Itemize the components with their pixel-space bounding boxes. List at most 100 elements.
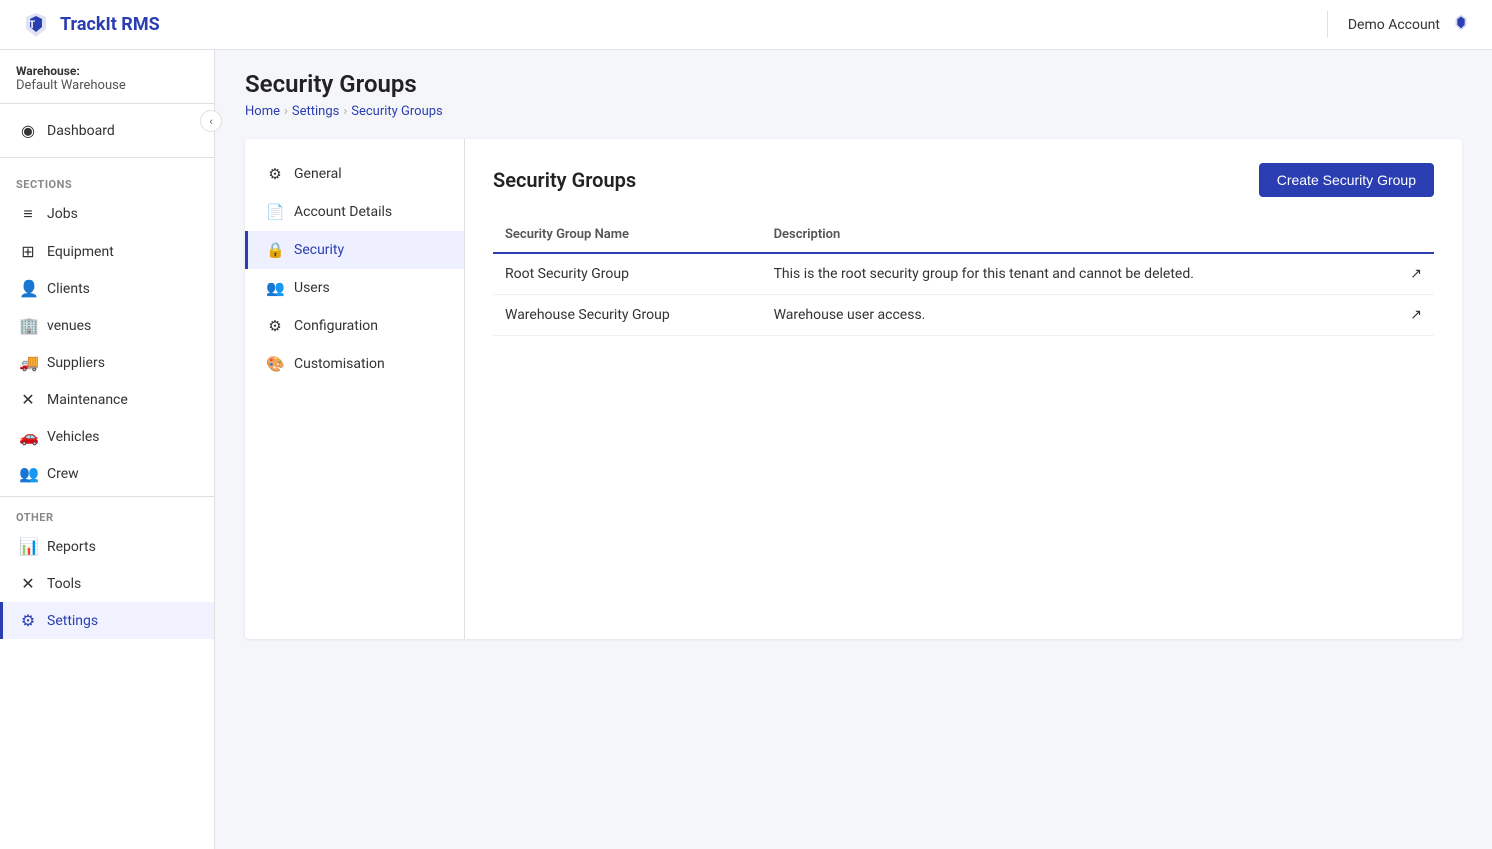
other-label: OTHER: [0, 501, 214, 528]
cell-description: Warehouse user access.: [762, 295, 1394, 336]
sidebar-divider: [0, 496, 214, 497]
cell-description: This is the root security group for this…: [762, 253, 1394, 295]
venues-icon: 🏢: [19, 316, 37, 335]
clients-icon: 👤: [19, 279, 37, 298]
sidebar: Warehouse: Default Warehouse ◉ Dashboard…: [0, 50, 215, 849]
customisation-icon: 🎨: [266, 355, 284, 373]
table-row: Warehouse Security Group Warehouse user …: [493, 295, 1434, 336]
tools-icon: ✕: [19, 574, 37, 593]
settings-icon: ⚙: [19, 611, 37, 630]
jobs-label: Jobs: [47, 206, 78, 222]
tools-label: Tools: [47, 576, 81, 592]
breadcrumb-sep-1: ›: [284, 104, 288, 119]
reports-icon: 📊: [19, 537, 37, 556]
account-area: Demo Account: [1327, 11, 1472, 38]
security-icon: 🔒: [266, 241, 284, 259]
sub-nav-configuration[interactable]: ⚙ Configuration: [245, 307, 464, 345]
sidebar-item-maintenance[interactable]: ✕ Maintenance: [0, 381, 214, 418]
sidebar-item-suppliers[interactable]: 🚚 Suppliers: [0, 344, 214, 381]
table-row: Root Security Group This is the root sec…: [493, 253, 1434, 295]
warehouse-section: Warehouse: Default Warehouse: [0, 50, 214, 104]
create-security-group-button[interactable]: Create Security Group: [1259, 163, 1434, 197]
panel-header: Security Groups Create Security Group: [493, 163, 1434, 197]
top-nav: T TrackIt RMS Demo Account: [0, 0, 1492, 50]
sidebar-item-settings[interactable]: ⚙ Settings: [0, 602, 214, 639]
security-groups-table: Security Group Name Description Root Sec…: [493, 217, 1434, 336]
content-area: ⚙ General 📄 Account Details 🔒 Security 👥…: [245, 139, 1462, 639]
page-title: Security Groups: [245, 70, 1462, 98]
sidebar-item-equipment[interactable]: ⊞ Equipment: [0, 233, 214, 270]
logo-icon: T: [20, 9, 52, 41]
crew-icon: 👥: [19, 464, 37, 483]
breadcrumb: Home › Settings › Security Groups: [245, 104, 1462, 119]
sidebar-item-dashboard[interactable]: ◉ Dashboard: [0, 112, 214, 149]
sidebar-item-reports[interactable]: 📊 Reports: [0, 528, 214, 565]
page-header: Security Groups Home › Settings › Securi…: [245, 70, 1462, 119]
sub-sidebar: ⚙ General 📄 Account Details 🔒 Security 👥…: [245, 139, 465, 639]
account-details-label: Account Details: [294, 204, 392, 220]
breadcrumb-security-groups[interactable]: Security Groups: [351, 104, 443, 119]
security-label: Security: [294, 242, 344, 258]
sub-nav-account-details[interactable]: 📄 Account Details: [245, 193, 464, 231]
account-icon: [1450, 11, 1472, 38]
sidebar-item-tools[interactable]: ✕ Tools: [0, 565, 214, 602]
dashboard-label: Dashboard: [47, 123, 115, 139]
col-name: Security Group Name: [493, 217, 762, 253]
users-label: Users: [294, 280, 330, 296]
sidebar-collapse-button[interactable]: ‹: [200, 110, 222, 132]
vehicles-label: Vehicles: [47, 429, 100, 445]
general-icon: ⚙: [266, 165, 284, 183]
sidebar-item-jobs[interactable]: ≡ Jobs: [0, 195, 214, 233]
sidebar-sections: SECTIONS ≡ Jobs ⊞ Equipment 👤 Clients 🏢 …: [0, 158, 214, 649]
breadcrumb-sep-2: ›: [343, 104, 347, 119]
maintenance-label: Maintenance: [47, 392, 128, 408]
sub-nav-security[interactable]: 🔒 Security: [245, 231, 464, 269]
equipment-icon: ⊞: [19, 242, 37, 261]
breadcrumb-settings[interactable]: Settings: [292, 104, 339, 119]
svg-text:T: T: [29, 20, 35, 31]
configuration-label: Configuration: [294, 318, 378, 334]
sub-nav-users[interactable]: 👥 Users: [245, 269, 464, 307]
settings-label: Settings: [47, 613, 98, 629]
configuration-icon: ⚙: [266, 317, 284, 335]
panel-title: Security Groups: [493, 168, 636, 192]
dashboard-icon: ◉: [19, 121, 37, 140]
account-details-icon: 📄: [266, 203, 284, 221]
clients-label: Clients: [47, 281, 90, 297]
vehicles-icon: 🚗: [19, 427, 37, 446]
row-action-button[interactable]: ↗: [1394, 253, 1434, 295]
breadcrumb-home[interactable]: Home: [245, 104, 280, 119]
sidebar-item-vehicles[interactable]: 🚗 Vehicles: [0, 418, 214, 455]
sidebar-item-crew[interactable]: 👥 Crew: [0, 455, 214, 492]
col-description: Description: [762, 217, 1394, 253]
customisation-label: Customisation: [294, 356, 385, 372]
main-panel: Security Groups Create Security Group Se…: [465, 139, 1462, 639]
row-action-button[interactable]: ↗: [1394, 295, 1434, 336]
app-name: TrackIt RMS: [60, 14, 160, 35]
suppliers-icon: 🚚: [19, 353, 37, 372]
logo-area: T TrackIt RMS: [20, 9, 160, 41]
sub-nav-customisation[interactable]: 🎨 Customisation: [245, 345, 464, 383]
cell-name: Warehouse Security Group: [493, 295, 762, 336]
sub-nav-general[interactable]: ⚙ General: [245, 155, 464, 193]
account-name: Demo Account: [1348, 17, 1440, 33]
cell-name: Root Security Group: [493, 253, 762, 295]
app-body: Warehouse: Default Warehouse ◉ Dashboard…: [0, 50, 1492, 849]
users-icon: 👥: [266, 279, 284, 297]
dashboard-section: ◉ Dashboard: [0, 104, 214, 158]
general-label: General: [294, 166, 342, 182]
sidebar-item-venues[interactable]: 🏢 venues: [0, 307, 214, 344]
sidebar-item-clients[interactable]: 👤 Clients: [0, 270, 214, 307]
crew-label: Crew: [47, 466, 79, 482]
venues-label: venues: [47, 318, 91, 334]
table-header: Security Group Name Description: [493, 217, 1434, 253]
main-content: Security Groups Home › Settings › Securi…: [215, 50, 1492, 849]
reports-label: Reports: [47, 539, 96, 555]
sections-label: SECTIONS: [0, 168, 214, 195]
maintenance-icon: ✕: [19, 390, 37, 409]
suppliers-label: Suppliers: [47, 355, 105, 371]
equipment-label: Equipment: [47, 244, 114, 260]
warehouse-label: Warehouse:: [16, 64, 198, 78]
table-body: Root Security Group This is the root sec…: [493, 253, 1434, 336]
jobs-icon: ≡: [19, 204, 37, 224]
